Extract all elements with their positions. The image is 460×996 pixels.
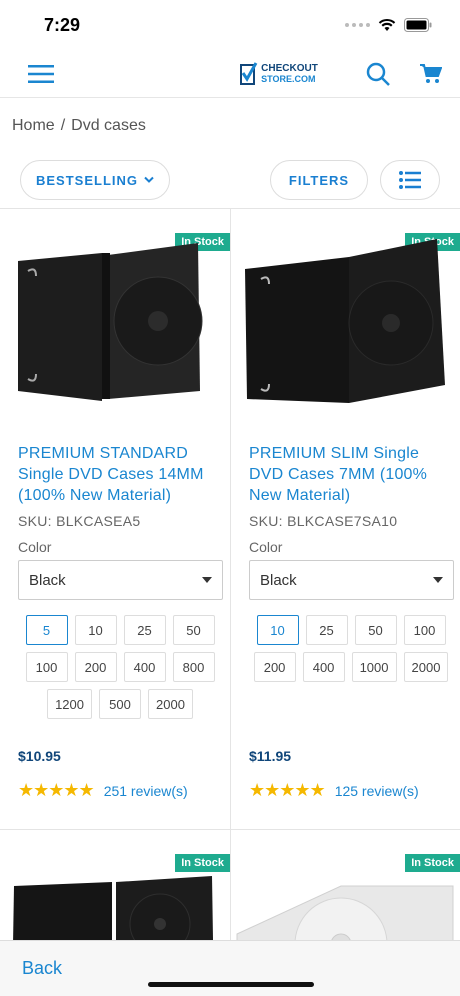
header-actions bbox=[366, 62, 442, 86]
sort-button[interactable]: BESTSELLING bbox=[20, 160, 170, 200]
list-view-button[interactable] bbox=[380, 160, 440, 200]
status-icons bbox=[345, 18, 432, 32]
color-label: Color bbox=[249, 539, 283, 555]
quantity-option[interactable]: 400 bbox=[123, 652, 166, 682]
quantity-option[interactable]: 100 bbox=[25, 652, 68, 682]
quantity-option[interactable]: 2000 bbox=[403, 652, 449, 682]
breadcrumb: Home / Dvd cases bbox=[0, 98, 460, 154]
product-rating: ★★★★★ 125 review(s) bbox=[249, 780, 419, 801]
product-grid: In Stock PREMIUM STANDARD Single DVD Cas… bbox=[0, 208, 460, 990]
breadcrumb-separator: / bbox=[60, 117, 66, 134]
quantity-options: 10 25 50 100 200 400 1000 2000 bbox=[245, 615, 457, 682]
quantity-option[interactable]: 5 bbox=[25, 615, 68, 645]
sort-label: BESTSELLING bbox=[35, 172, 138, 188]
quantity-option[interactable]: 100 bbox=[403, 615, 446, 645]
product-title[interactable]: PREMIUM STANDARD Single DVD Cases 14MM (… bbox=[18, 443, 222, 506]
logo-text-top: CHECKOUT bbox=[261, 62, 318, 74]
product-price: $10.95 bbox=[18, 748, 61, 764]
hamburger-menu-icon[interactable] bbox=[28, 64, 54, 84]
color-label: Color bbox=[18, 539, 52, 555]
product-title[interactable]: PREMIUM SLIM Single DVD Cases 7MM (100% … bbox=[249, 443, 452, 506]
dropdown-caret-icon bbox=[202, 577, 212, 583]
product-sku: SKU: BLKCASE7SA10 bbox=[249, 513, 398, 529]
sort-filter-toolbar: BESTSELLING FILTERS bbox=[0, 154, 460, 206]
status-bar: 7:29 bbox=[0, 0, 460, 50]
logo-text-bottom: STORE.COM bbox=[261, 73, 316, 84]
breadcrumb-home[interactable]: Home bbox=[12, 117, 55, 135]
product-rating: ★★★★★ 251 review(s) bbox=[18, 780, 188, 801]
filters-label: FILTERS bbox=[288, 172, 350, 188]
star-rating-icon: ★★★★★ bbox=[18, 780, 95, 800]
color-select[interactable]: Black bbox=[18, 560, 223, 600]
quantity-option[interactable]: 1000 bbox=[351, 652, 397, 682]
quantity-option[interactable]: 2000 bbox=[148, 689, 193, 719]
quantity-option[interactable]: 10 bbox=[256, 615, 299, 645]
store-logo[interactable]: CHECKOUT STORE.COM bbox=[240, 61, 318, 86]
battery-icon bbox=[404, 18, 432, 32]
cart-icon[interactable] bbox=[419, 63, 442, 84]
color-select-value: Black bbox=[260, 571, 297, 589]
dropdown-caret-icon bbox=[433, 577, 443, 583]
signal-icon bbox=[345, 23, 370, 27]
search-icon[interactable] bbox=[366, 62, 390, 86]
logo-check-icon bbox=[240, 61, 258, 85]
color-select-value: Black bbox=[29, 571, 66, 589]
product-card: In Stock PREMIUM SLIM Single DVD Cases 7… bbox=[230, 209, 460, 829]
quantity-option[interactable]: 500 bbox=[99, 689, 141, 719]
breadcrumb-current: Dvd cases bbox=[71, 117, 146, 134]
app-header: CHECKOUT STORE.COM bbox=[0, 50, 460, 98]
product-image-slim-dvd-case[interactable] bbox=[241, 231, 446, 406]
wifi-icon bbox=[378, 18, 396, 31]
product-sku: SKU: BLKCASEA5 bbox=[18, 513, 141, 529]
quantity-option[interactable]: 800 bbox=[172, 652, 215, 682]
bottom-navigation-bar: Back bbox=[0, 940, 460, 996]
chevron-down-icon bbox=[144, 176, 154, 183]
quantity-option[interactable]: 1200 bbox=[47, 689, 92, 719]
color-select[interactable]: Black bbox=[249, 560, 454, 600]
product-row: In Stock PREMIUM STANDARD Single DVD Cas… bbox=[0, 209, 460, 829]
product-card: In Stock PREMIUM STANDARD Single DVD Cas… bbox=[0, 209, 230, 829]
back-button[interactable]: Back bbox=[22, 958, 62, 979]
review-count-link[interactable]: 251 review(s) bbox=[104, 783, 188, 799]
quantity-option[interactable]: 10 bbox=[74, 615, 117, 645]
home-indicator bbox=[148, 982, 314, 987]
quantity-option[interactable]: 200 bbox=[253, 652, 296, 682]
product-price: $11.95 bbox=[249, 748, 292, 764]
list-view-icon bbox=[399, 171, 421, 189]
filters-button[interactable]: FILTERS bbox=[270, 160, 368, 200]
quantity-options: 5 10 25 50 100 200 400 800 1200 500 2000 bbox=[14, 615, 226, 719]
quantity-option[interactable]: 50 bbox=[172, 615, 215, 645]
quantity-option[interactable]: 25 bbox=[305, 615, 348, 645]
status-time: 7:29 bbox=[44, 14, 81, 35]
product-image-standard-dvd-case[interactable] bbox=[10, 231, 215, 406]
review-count-link[interactable]: 125 review(s) bbox=[335, 783, 419, 799]
quantity-option[interactable]: 25 bbox=[123, 615, 166, 645]
quantity-option[interactable]: 200 bbox=[74, 652, 117, 682]
quantity-option[interactable]: 50 bbox=[354, 615, 397, 645]
quantity-option[interactable]: 400 bbox=[302, 652, 345, 682]
star-rating-icon: ★★★★★ bbox=[249, 780, 326, 800]
